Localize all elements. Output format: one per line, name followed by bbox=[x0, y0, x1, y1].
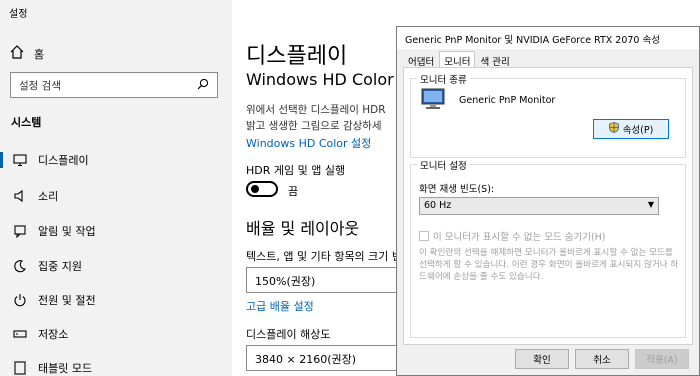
hd-color-desc-line2: 밝고 생생한 그림으로 감상하세 bbox=[246, 120, 382, 132]
hdr-toggle[interactable] bbox=[246, 181, 278, 197]
hd-color-heading: Windows HD Color bbox=[246, 70, 394, 89]
shield-icon bbox=[608, 122, 619, 136]
resolution-dropdown[interactable]: 3840 × 2160(권장) bbox=[246, 345, 406, 371]
hd-color-settings-link[interactable]: Windows HD Color 설정 bbox=[246, 135, 371, 151]
advanced-scaling-link[interactable]: 고급 배율 설정 bbox=[246, 298, 314, 314]
layout-heading: 배율 및 레이아웃 bbox=[246, 219, 360, 238]
toggle-knob bbox=[251, 185, 259, 193]
refresh-rate-select[interactable]: 60 Hz ▼ bbox=[419, 197, 659, 215]
sidebar-item-label: 전원 및 절전 bbox=[38, 294, 96, 307]
power-icon bbox=[12, 292, 28, 308]
home-nav[interactable]: 홈 bbox=[10, 45, 44, 62]
sidebar-item-label: 소리 bbox=[38, 190, 59, 203]
home-icon bbox=[10, 45, 24, 62]
hdr-label: HDR 게임 및 앱 실행 bbox=[246, 164, 346, 177]
tab-monitor[interactable]: 모니터 bbox=[439, 51, 476, 68]
page-title: 디스플레이 bbox=[246, 44, 348, 69]
properties-button[interactable]: 속성(P) bbox=[593, 119, 669, 139]
hd-color-desc-line1: 위에서 선택한 디스플레이 HDR bbox=[246, 104, 386, 116]
group-title: 모니터 종류 bbox=[417, 72, 470, 86]
hdr-toggle-state: 끔 bbox=[288, 185, 299, 198]
monitor-name: Generic PnP Monitor bbox=[459, 95, 556, 106]
checkbox-box bbox=[419, 231, 429, 241]
sidebar-item-power[interactable]: 전원 및 절전 bbox=[0, 286, 232, 314]
window-title: 설정 bbox=[9, 9, 28, 20]
sidebar-item-display[interactable]: 디스플레이 bbox=[0, 146, 232, 174]
speaker-icon bbox=[12, 188, 28, 204]
sidebar-item-focus-assist[interactable]: 집중 지원 bbox=[0, 252, 232, 280]
sidebar-item-tablet[interactable]: 태블릿 모드 bbox=[0, 354, 232, 376]
scale-dropdown[interactable]: 150%(권장) bbox=[246, 267, 406, 293]
sidebar-item-label: 알림 및 작업 bbox=[38, 225, 96, 238]
ok-button[interactable]: 확인 bbox=[515, 349, 569, 369]
chevron-down-icon: ▼ bbox=[647, 200, 654, 209]
tab-color-management[interactable]: 색 관리 bbox=[475, 51, 514, 68]
hide-modes-warning: 이 확인란의 선택을 해제하면 모니터가 올바르게 표시할 수 없는 모드를 선… bbox=[419, 248, 679, 282]
refresh-rate-value: 60 Hz bbox=[424, 200, 452, 211]
tab-adapter[interactable]: 어댑터 bbox=[403, 51, 439, 68]
tablet-icon bbox=[12, 360, 28, 376]
properties-button-label: 속성(P) bbox=[622, 125, 654, 136]
search-placeholder: 설정 검색 bbox=[19, 79, 61, 92]
sidebar-item-sound[interactable]: 소리 bbox=[0, 182, 232, 210]
apply-button[interactable]: 적용(A) bbox=[635, 349, 689, 369]
monitor-icon bbox=[12, 152, 28, 168]
sidebar-item-label: 저장소 bbox=[38, 328, 69, 341]
scale-label: 텍스트, 앱 및 기타 항목의 크기 변 bbox=[246, 250, 403, 263]
hd-color-description: 위에서 선택한 디스플레이 HDR 밝고 생생한 그림으로 감상하세 bbox=[246, 102, 406, 134]
dialog-title: Generic PnP Monitor 및 NVIDIA GeForce RTX… bbox=[397, 27, 699, 49]
search-icon bbox=[197, 78, 209, 93]
home-label: 홈 bbox=[34, 47, 45, 61]
resolution-label: 디스플레이 해상도 bbox=[246, 328, 331, 341]
cancel-button[interactable]: 취소 bbox=[575, 349, 629, 369]
moon-icon bbox=[12, 258, 28, 274]
hide-modes-label: 이 모니터가 표시할 수 없는 모드 숨기기(H) bbox=[433, 232, 606, 243]
sidebar-item-label: 집중 지원 bbox=[38, 260, 82, 273]
sidebar-item-label: 태블릿 모드 bbox=[38, 362, 93, 375]
refresh-rate-label: 화면 재생 빈도(S): bbox=[419, 184, 495, 195]
dialog-tabs: 어댑터 모니터 색 관리 bbox=[403, 51, 515, 68]
monitor-settings-group: 모니터 설정 화면 재생 빈도(S): 60 Hz ▼ 이 모니터가 표시할 수… bbox=[410, 158, 686, 338]
monitor-properties-dialog: Generic PnP Monitor 및 NVIDIA GeForce RTX… bbox=[396, 26, 700, 376]
settings-sidebar: 설정 홈 설정 검색 시스템 디스플레이 소리 알림 및 작업 집중 지원 전원… bbox=[0, 0, 232, 376]
search-input[interactable]: 설정 검색 bbox=[10, 72, 218, 98]
monitor-type-group: 모니터 종류 Generic PnP Monitor 속성(P) bbox=[410, 72, 686, 158]
storage-icon bbox=[12, 326, 28, 342]
monitor-tab-page: 모니터 종류 Generic PnP Monitor 속성(P) 모니터 설정 … bbox=[403, 67, 693, 345]
monitor-icon bbox=[419, 87, 447, 116]
hide-modes-checkbox[interactable]: 이 모니터가 표시할 수 없는 모드 숨기기(H) bbox=[419, 229, 606, 243]
sidebar-item-label: 디스플레이 bbox=[38, 154, 89, 167]
notification-icon bbox=[12, 223, 28, 239]
sidebar-item-storage[interactable]: 저장소 bbox=[0, 320, 232, 348]
sidebar-item-notifications[interactable]: 알림 및 작업 bbox=[0, 217, 232, 245]
group-title: 모니터 설정 bbox=[417, 158, 470, 172]
section-title: 시스템 bbox=[11, 116, 42, 129]
